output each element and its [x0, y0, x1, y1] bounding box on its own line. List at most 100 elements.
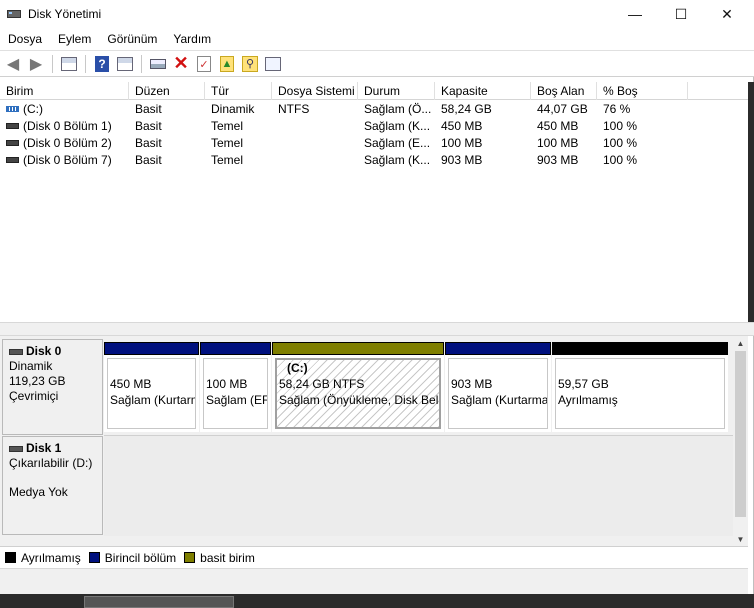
cell-duzen: Basit [135, 136, 162, 150]
cell-kapasite: 58,24 GB [441, 102, 492, 116]
partition-color-bar [552, 342, 728, 355]
partition-icon [6, 139, 19, 146]
partition-size: 450 MB [110, 377, 152, 391]
cell-yuzde-bos: 100 % [603, 136, 638, 150]
disk-1-media: Medya Yok [9, 485, 68, 499]
partition-size: 59,57 GB [558, 377, 609, 391]
open-folder-button[interactable]: ▲ [217, 54, 237, 74]
partition-c-drive[interactable]: (C:) 58,24 GB NTFS Sağlam (Önyükleme, Di… [272, 342, 444, 432]
title-bar[interactable]: Disk Yönetimi — ☐ ✕ [0, 0, 754, 28]
show-hide-action-pane-button[interactable] [115, 54, 135, 74]
minimize-button[interactable]: — [612, 0, 658, 28]
cell-birim: (C:) [0, 101, 129, 118]
partition-icon [6, 122, 19, 129]
cell-kapasite: 100 MB [441, 136, 483, 150]
properties-button[interactable] [263, 54, 283, 74]
partition-color-bar [104, 342, 199, 355]
legend-swatch [5, 552, 16, 563]
connect-virtual-disk-button[interactable] [148, 54, 168, 74]
scroll-thumb[interactable] [735, 351, 746, 517]
table-row[interactable]: (Disk 0 Bölüm 2) Basit Temel Sağlam (E..… [0, 135, 748, 152]
cell-dosya-sistemi [272, 135, 358, 152]
checklist-icon: ✓ [197, 55, 211, 72]
column-header-duzen[interactable]: Düzen [129, 82, 205, 100]
cell-tur: Temel [211, 119, 244, 133]
taskbar-thumbnail[interactable] [84, 596, 234, 608]
cell-birim-text: (Disk 0 Bölüm 7) [23, 153, 112, 167]
partition-status: Ayrılmamış [558, 393, 618, 407]
delete-x-icon: ✕ [173, 53, 189, 73]
toolbar-separator [85, 54, 86, 73]
cell-dosya-sistemi [272, 152, 358, 169]
partition-disk0-7[interactable]: 903 MB Sağlam (Kurtarma Bölümü) [445, 342, 551, 432]
cell-bos-alan: 44,07 GB [537, 102, 588, 116]
disk-1-label[interactable]: Disk 1 Çıkarılabilir (D:) Medya Yok [2, 436, 103, 535]
disk-0-size: 119,23 GB [9, 374, 66, 388]
column-header-tur[interactable]: Tür [205, 82, 272, 100]
taskbar-strip [0, 594, 754, 608]
partition-disk0-2[interactable]: 100 MB Sağlam (EFI Sistem Bölümü) [200, 342, 271, 432]
close-button[interactable]: ✕ [704, 0, 750, 28]
action-pane-icon [117, 56, 133, 71]
partition-size: 100 MB [206, 377, 248, 391]
disk-icon [9, 348, 23, 355]
disk-0-label[interactable]: Disk 0 Dinamik 119,23 GB Çevrimiçi [2, 339, 103, 435]
check-disk-button[interactable]: ✓ [194, 54, 214, 74]
delete-button[interactable]: ✕ [171, 53, 191, 74]
menu-gorunum[interactable]: Görünüm [99, 32, 165, 46]
cell-bos-alan: 450 MB [537, 119, 579, 133]
column-header-durum[interactable]: Durum [358, 82, 435, 100]
table-row[interactable]: (C:) Basit Dinamik NTFS Sağlam (Ö... 58,… [0, 101, 748, 118]
table-row[interactable]: (Disk 0 Bölüm 7) Basit Temel Sağlam (K..… [0, 152, 748, 169]
disk-1-empty-area[interactable] [104, 435, 733, 536]
folder-up-icon: ▲ [220, 55, 234, 72]
show-hide-console-tree-button[interactable] [59, 54, 79, 74]
cell-durum: Sağlam (K... [364, 119, 431, 133]
partition-unallocated[interactable]: 59,57 GB Ayrılmamış [552, 342, 728, 432]
back-button[interactable]: ◀ [3, 54, 23, 74]
partition-status: Sağlam (Kurtarma Bölümü) [110, 393, 195, 407]
window-edge [748, 82, 754, 322]
legend-item-unallocated: Ayrılmamış [5, 551, 81, 565]
column-headers: Birim Düzen Tür Dosya Sistemi Durum Kapa… [0, 82, 748, 100]
partition-label: (C:) [287, 361, 308, 375]
back-arrow-icon: ◀ [6, 55, 20, 73]
disk-1-name-row: Disk 1 [9, 441, 96, 456]
cell-tur: Temel [211, 153, 244, 167]
simple-volume-icon [6, 105, 19, 112]
cell-durum: Sağlam (E... [364, 136, 431, 150]
graphical-view-scrollbar[interactable]: ▲ ▼ [733, 336, 748, 546]
table-row[interactable]: (Disk 0 Bölüm 1) Basit Temel Sağlam (K..… [0, 118, 748, 135]
disk-0-type: Dinamik [9, 359, 53, 373]
help-button[interactable]: ? [92, 54, 112, 74]
properties-icon [265, 56, 281, 71]
menu-dosya[interactable]: Dosya [0, 32, 50, 46]
partition-body: 100 MB Sağlam (EFI Sistem Bölümü) [203, 358, 268, 429]
menu-yardim[interactable]: Yardım [165, 32, 219, 46]
partition-body: 59,57 GB Ayrılmamış [555, 358, 725, 429]
cell-yuzde-bos: 76 % [603, 102, 631, 116]
column-header-yuzde-bos[interactable]: % Boş [597, 82, 688, 100]
partition-status: Sağlam (Kurtarma Bölümü) [451, 393, 548, 407]
column-header-birim[interactable]: Birim [0, 82, 129, 100]
forward-button[interactable]: ▶ [26, 54, 46, 74]
scroll-down-arrow-icon[interactable]: ▼ [733, 532, 748, 546]
cell-kapasite: 450 MB [441, 119, 483, 133]
explore-button[interactable]: ⚲ [240, 54, 260, 74]
partition-color-bar [272, 342, 444, 355]
column-header-kapasite[interactable]: Kapasite [435, 82, 531, 100]
column-header-bos-alan[interactable]: Boş Alan [531, 82, 597, 100]
column-header-dosya-sistemi[interactable]: Dosya Sistemi [272, 82, 358, 100]
partition-icon [6, 156, 19, 163]
menu-eylem[interactable]: Eylem [50, 32, 99, 46]
pane-splitter[interactable] [0, 322, 754, 336]
forward-arrow-icon: ▶ [29, 55, 43, 73]
cell-birim-text: (Disk 0 Bölüm 2) [23, 136, 112, 150]
scroll-up-arrow-icon[interactable]: ▲ [733, 336, 748, 350]
drive-icon [150, 58, 166, 69]
maximize-button[interactable]: ☐ [658, 0, 704, 28]
partition-disk0-1[interactable]: 450 MB Sağlam (Kurtarma Bölümü) [104, 342, 199, 432]
cell-yuzde-bos: 100 % [603, 119, 638, 133]
cell-bos-alan: 100 MB [537, 136, 579, 150]
cell-bos-alan: 903 MB [537, 153, 579, 167]
